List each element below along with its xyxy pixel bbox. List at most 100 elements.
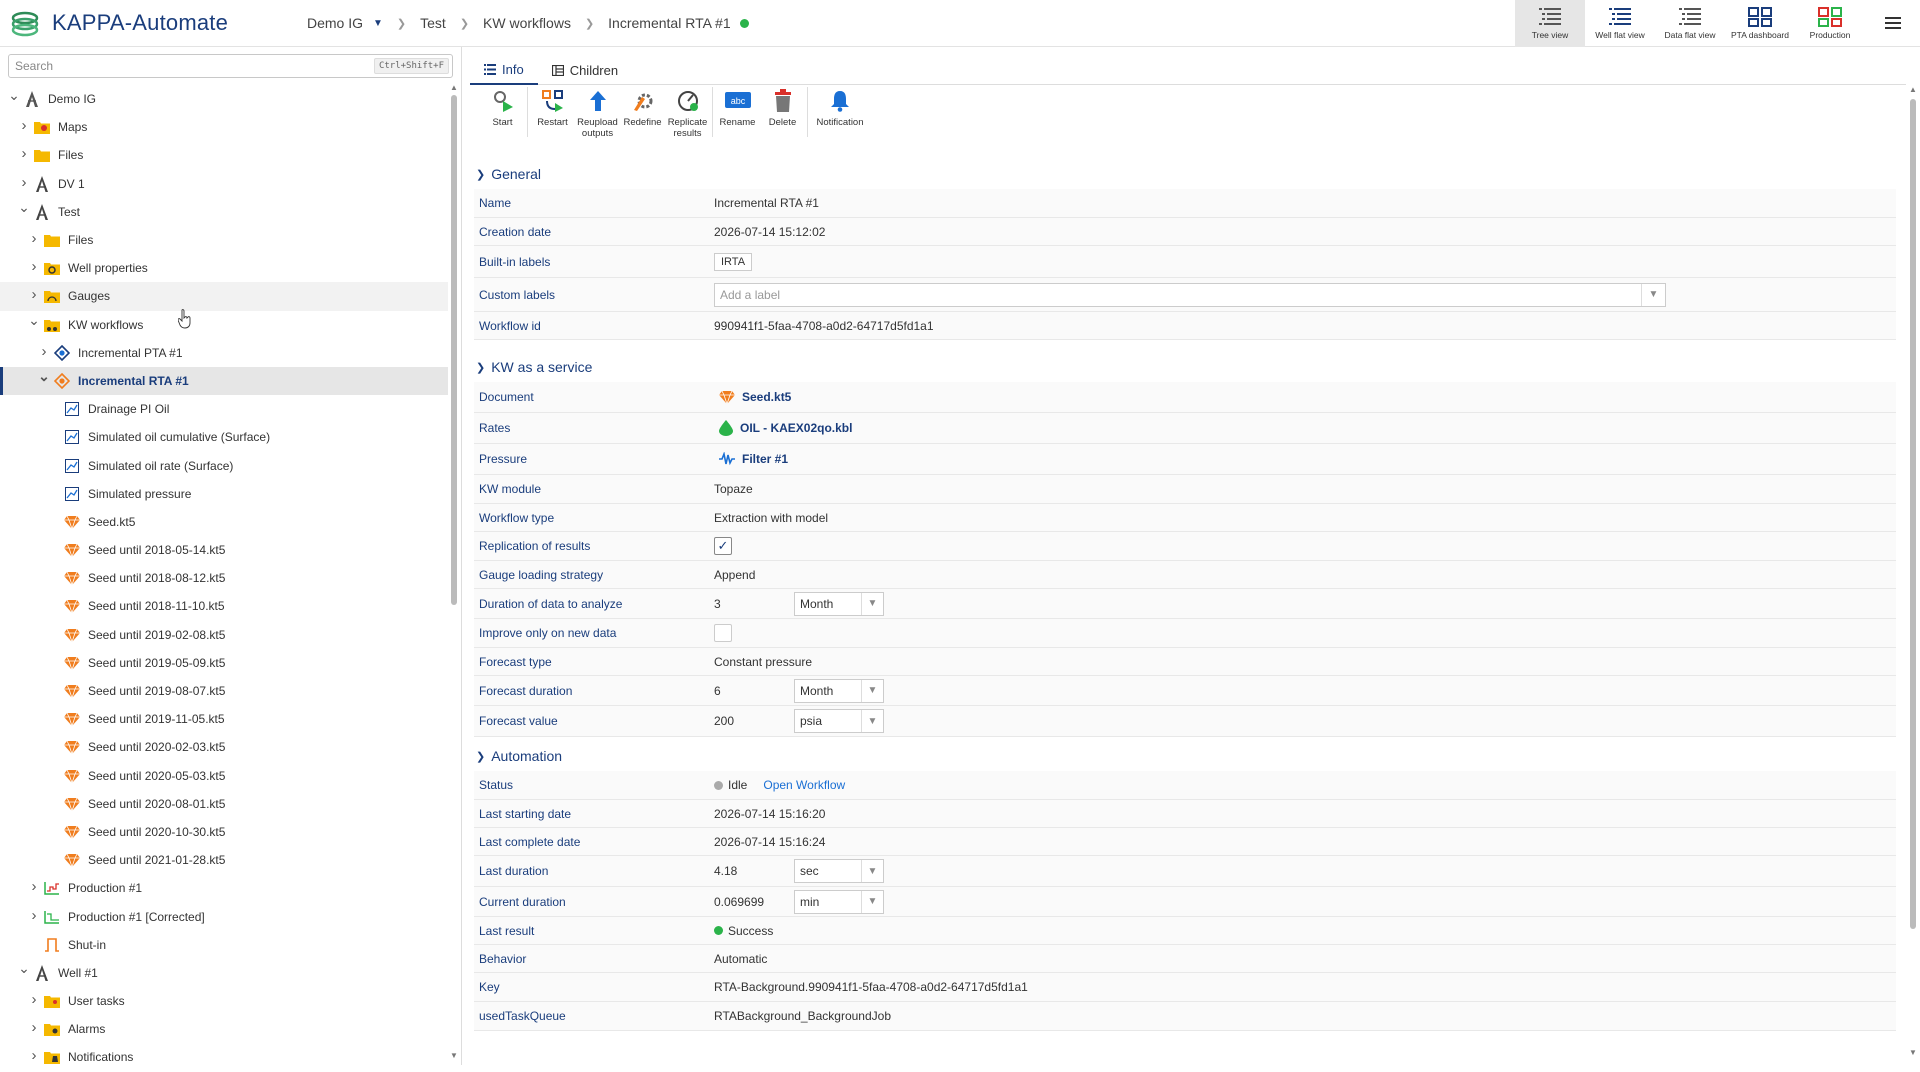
tree-item[interactable]: ⌄ Well #1 (0, 959, 448, 987)
tree-item[interactable]: Seed.kt5 (0, 508, 448, 536)
chevron-down-icon[interactable]: ⌄ (18, 199, 30, 216)
tree-item[interactable]: Simulated oil cumulative (Surface) (0, 423, 448, 451)
restart-button[interactable]: Restart (530, 87, 575, 139)
pressure-link[interactable]: Filter #1 (714, 452, 788, 466)
scroll-down-icon[interactable]: ▼ (450, 1051, 458, 1060)
duration-value[interactable]: 3 (714, 597, 794, 611)
tree-item[interactable]: Simulated pressure (0, 480, 448, 508)
tree-item[interactable]: › DV 1 (0, 170, 448, 198)
start-button[interactable]: Start (480, 87, 525, 139)
tree-item[interactable]: Seed until 2020-05-03.kt5 (0, 762, 448, 790)
chevron-down-icon[interactable]: ▼ (1641, 283, 1665, 306)
replicate-results-button[interactable]: Replicate results (665, 87, 710, 139)
chevron-right-icon[interactable]: › (28, 907, 40, 924)
redefine-button[interactable]: Redefine (620, 87, 665, 139)
breadcrumb-item-test[interactable]: Test (420, 15, 446, 31)
tree-item[interactable]: › Alarms (0, 1015, 448, 1043)
chevron-right-icon[interactable]: › (28, 1019, 40, 1036)
rename-button[interactable]: abc Rename (715, 87, 760, 139)
tree-item[interactable]: Seed until 2019-11-05.kt5 (0, 705, 448, 733)
tree-item[interactable]: Shut-in (0, 931, 448, 959)
tree-item[interactable]: Seed until 2019-02-08.kt5 (0, 621, 448, 649)
tree-item[interactable]: ⌄ Incremental RTA #1 (0, 366, 448, 396)
scroll-down-icon[interactable]: ▼ (1909, 1048, 1917, 1057)
chevron-right-icon[interactable]: › (18, 174, 30, 191)
tree-item[interactable]: › Production #1 [Corrected] (0, 902, 448, 930)
chevron-right-icon[interactable]: › (28, 286, 40, 303)
tree-scrollbar-thumb[interactable] (451, 95, 457, 605)
well-flat-view-button[interactable]: Well flat view (1585, 0, 1655, 47)
tab-info[interactable]: Info (470, 55, 538, 85)
chevron-right-icon[interactable]: › (28, 878, 40, 895)
chevron-right-icon[interactable]: › (28, 991, 40, 1008)
tree-item[interactable]: Seed until 2021-01-28.kt5 (0, 846, 448, 874)
tree-item[interactable]: ⌄ KW workflows (0, 311, 448, 339)
replication-checkbox[interactable]: ✓ (714, 537, 732, 555)
tree-item[interactable]: › Well properties (0, 254, 448, 282)
pta-dashboard-button[interactable]: PTA dashboard (1725, 0, 1795, 47)
section-automation-header[interactable]: ❯ Automation (470, 741, 1895, 771)
tree-item[interactable]: › Production #1 (0, 874, 448, 902)
open-workflow-link[interactable]: Open Workflow (763, 778, 845, 792)
section-kw-header[interactable]: ❯ KW as a service (470, 352, 1895, 382)
forecast-value-unit-select[interactable]: psia ▼ (794, 709, 884, 733)
tree-item[interactable]: › Files (0, 226, 448, 254)
tree-item[interactable]: Drainage PI Oil (0, 395, 448, 423)
current-duration-unit-select[interactable]: min ▼ (794, 889, 884, 914)
details-scrollbar-thumb[interactable] (1910, 99, 1916, 929)
delete-button[interactable]: Delete (760, 87, 805, 139)
tree-item[interactable]: Seed until 2020-02-03.kt5 (0, 733, 448, 761)
production-button[interactable]: Production (1795, 0, 1865, 47)
tree-item[interactable]: ⌄ Test (0, 198, 448, 226)
tab-children[interactable]: Children (538, 55, 632, 85)
chevron-right-icon[interactable]: › (28, 258, 40, 275)
breadcrumb-item-demo-ig[interactable]: Demo IG (307, 15, 363, 31)
chevron-right-icon[interactable]: › (28, 1047, 40, 1064)
chevron-down-icon[interactable]: ⌄ (38, 368, 50, 385)
duration-unit-select[interactable]: Month ▼ (794, 591, 884, 616)
rates-link[interactable]: OIL - KAEX02qo.kbl (714, 420, 852, 436)
tree-item[interactable]: › Notifications (0, 1043, 448, 1071)
document-link[interactable]: Seed.kt5 (714, 390, 791, 404)
forecast-value[interactable]: 200 (714, 714, 794, 728)
tree-item[interactable]: Seed until 2020-08-01.kt5 (0, 790, 448, 818)
forecast-duration-value[interactable]: 6 (714, 684, 794, 698)
details-scrollbar[interactable]: ▲ ▼ (1908, 85, 1918, 1057)
search-input[interactable]: Search Ctrl+Shift+F (8, 54, 453, 78)
tree-item[interactable]: Seed until 2020-10-30.kt5 (0, 818, 448, 846)
chevron-right-icon[interactable]: › (18, 117, 30, 134)
last-duration-unit-select[interactable]: sec ▼ (794, 859, 884, 883)
tree-item[interactable]: › Maps (0, 113, 448, 141)
chevron-right-icon[interactable]: › (18, 145, 30, 162)
tree-item[interactable]: ⌄ Demo IG (0, 85, 448, 113)
tree-item[interactable]: › Gauges (0, 282, 448, 311)
data-flat-view-button[interactable]: Data flat view (1655, 0, 1725, 47)
forecast-duration-unit-select[interactable]: Month ▼ (794, 678, 884, 703)
notification-button[interactable]: Notification (810, 87, 870, 139)
scroll-up-icon[interactable]: ▲ (450, 83, 458, 92)
tree-item[interactable]: Seed until 2019-05-09.kt5 (0, 649, 448, 677)
tree-view-button[interactable]: Tree view (1515, 0, 1585, 47)
tree-item[interactable]: Simulated oil rate (Surface) (0, 451, 448, 479)
chevron-down-icon[interactable]: ⌄ (8, 87, 20, 104)
caret-down-icon[interactable]: ▼ (373, 18, 383, 29)
custom-labels-input[interactable]: Add a label ▼ (714, 282, 1666, 307)
scroll-up-icon[interactable]: ▲ (1909, 85, 1917, 94)
reupload-outputs-button[interactable]: Reupload outputs (575, 87, 620, 139)
tree-item[interactable]: › Incremental PTA #1 (0, 339, 448, 367)
tree-item[interactable]: Seed until 2018-05-14.kt5 (0, 536, 448, 564)
tree-item[interactable]: › User tasks (0, 987, 448, 1015)
chevron-down-icon[interactable]: ⌄ (28, 312, 40, 329)
tree-item[interactable]: Seed until 2018-11-10.kt5 (0, 592, 448, 620)
chevron-right-icon[interactable]: › (38, 343, 50, 360)
section-general-header[interactable]: ❯ General (470, 159, 1895, 189)
menu-icon[interactable] (1884, 14, 1902, 32)
tree-item[interactable]: Seed until 2019-08-07.kt5 (0, 677, 448, 705)
breadcrumb-item-kw-workflows[interactable]: KW workflows (483, 15, 571, 31)
tree-item[interactable]: › Files (0, 141, 448, 169)
tree-item[interactable]: Seed until 2018-08-12.kt5 (0, 564, 448, 592)
chevron-down-icon[interactable]: ⌄ (18, 960, 30, 977)
tree-scrollbar[interactable]: ▲ ▼ (450, 83, 458, 1060)
improve-checkbox[interactable] (714, 624, 732, 642)
chevron-right-icon[interactable]: › (28, 230, 40, 247)
